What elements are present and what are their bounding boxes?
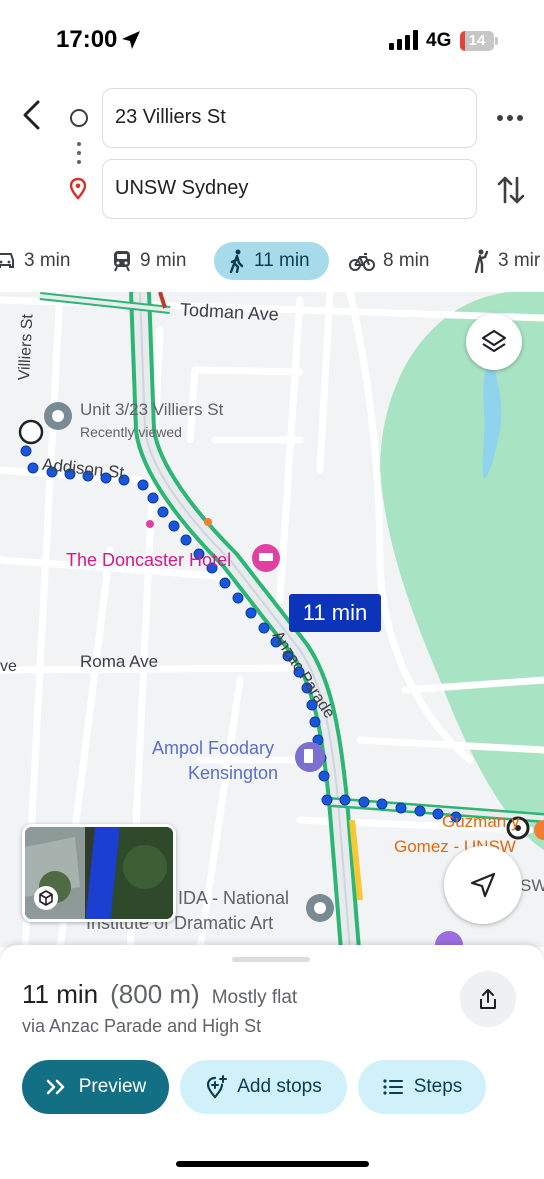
share-button[interactable] [460, 971, 516, 1027]
layers-button[interactable] [466, 314, 522, 370]
street-label-villiers: Villiers St [16, 313, 37, 381]
back-arrow-icon[interactable] [16, 98, 48, 132]
home-indicator[interactable] [176, 1161, 369, 1167]
car-icon [0, 253, 14, 268]
tab-walk-label: 11 min [254, 250, 310, 271]
more-options-icon[interactable] [496, 108, 524, 128]
walk-icon [229, 249, 244, 273]
preview-label: Preview [78, 1076, 147, 1097]
tab-transit[interactable]: 9 min [112, 242, 186, 280]
tab-drive[interactable]: 3 min [0, 242, 70, 280]
route-distance: (800 m) [110, 979, 200, 1009]
destination-input[interactable]: UNSW Sydney [102, 159, 477, 219]
signal-icon [389, 30, 418, 50]
my-location-button[interactable] [444, 846, 522, 924]
steps-button[interactable]: Steps [358, 1060, 486, 1114]
route-summary: 11 min (800 m) Mostly flat [22, 979, 297, 1010]
add-location-icon [207, 1075, 228, 1099]
place-label-hotel[interactable]: The Doncaster Hotel [66, 550, 231, 571]
tab-ride[interactable]: 3 mir [470, 242, 540, 280]
place-label-ampol-2[interactable]: Kensington [188, 763, 278, 784]
travel-mode-tabs: 3 min 9 min 11 min 8 min 3 mir [0, 240, 544, 284]
park-area [380, 292, 544, 850]
origin-marker-icon [70, 109, 88, 127]
train-icon [114, 251, 130, 272]
battery-icon: 14 [460, 31, 498, 51]
tab-cycle[interactable]: 8 min [349, 242, 429, 280]
route-via: via Anzac Parade and High St [22, 1016, 262, 1036]
sheet-drag-handle[interactable] [232, 957, 310, 962]
tab-cycle-label: 8 min [383, 250, 430, 271]
tab-transit-label: 9 min [140, 250, 187, 271]
location-arrow-icon [122, 31, 140, 49]
tab-ride-label: 3 mir [498, 250, 541, 271]
route-connector-dots [77, 142, 81, 169]
place-label-unit: Unit 3/23 Villiers St [80, 400, 224, 419]
street-view-thumbnail[interactable] [22, 824, 176, 922]
swap-icon[interactable] [497, 174, 525, 206]
street-label-edge: ve [0, 658, 17, 675]
list-icon [383, 1079, 403, 1095]
place-label-guzman[interactable]: Guzman y [442, 812, 519, 832]
preview-button[interactable]: Preview [22, 1060, 169, 1114]
steps-label: Steps [413, 1076, 463, 1097]
tab-drive-label: 3 min [24, 250, 71, 271]
place-label-edge-sw: SW [520, 876, 544, 895]
route-terrain: Mostly flat [211, 987, 298, 1008]
route-duration: 11 min [22, 979, 99, 1009]
double-chevron-icon [46, 1079, 65, 1095]
tab-walk[interactable]: 11 min [214, 242, 329, 280]
network-type: 4G [426, 30, 452, 51]
add-stops-button[interactable]: Add stops [180, 1060, 347, 1114]
ride-icon [474, 249, 489, 273]
street-label-roma: Roma Ave [80, 652, 159, 671]
destination-pin-icon [69, 177, 87, 200]
origin-input[interactable]: 23 Villiers St [102, 88, 477, 148]
share-icon [480, 989, 496, 1009]
add-stops-label: Add stops [237, 1076, 322, 1097]
route-summary-sheet: 11 min (800 m) Mostly flat via Anzac Par… [0, 945, 544, 1179]
status-bar: 17:00 4G 14 [0, 0, 544, 80]
place-label-nida[interactable]: IDA - National [178, 888, 289, 909]
layers-icon [481, 329, 507, 353]
bike-icon [349, 253, 375, 271]
place-label-ampol[interactable]: Ampol Foodary [152, 738, 274, 759]
status-time: 17:00 [56, 26, 118, 53]
battery-percent: 14 [468, 32, 486, 49]
navigation-arrow-icon [470, 872, 496, 898]
360-view-icon [34, 886, 58, 910]
eta-callout: 11 min [289, 594, 381, 632]
place-sub-recently-viewed: Recently viewed [80, 424, 182, 440]
